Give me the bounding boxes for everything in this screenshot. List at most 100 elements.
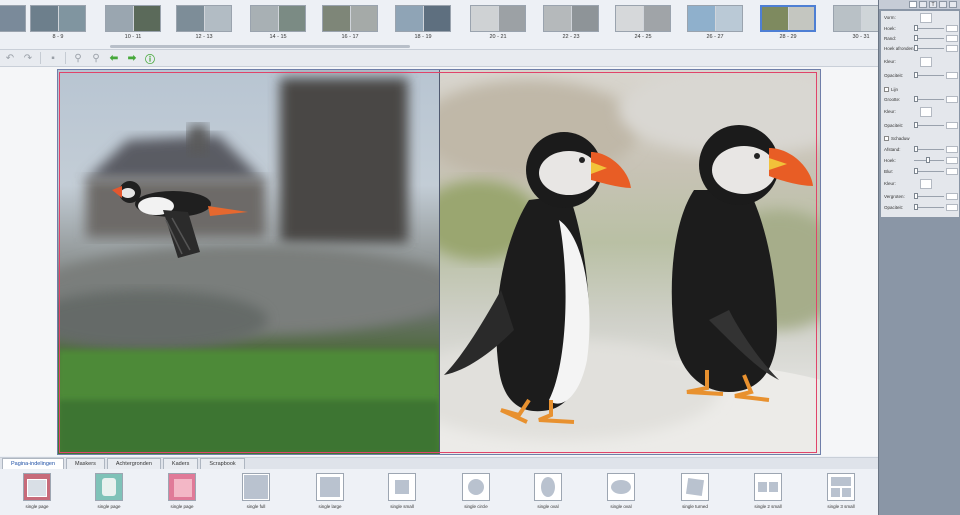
spread-thumbnail-image — [687, 5, 743, 32]
layout-template[interactable]: single small — [378, 473, 426, 509]
spread-thumbnail-image — [760, 5, 816, 32]
right-page-thumb — [570, 6, 598, 31]
tab-kaders[interactable]: Kaders — [162, 458, 199, 469]
effects-tab-icon[interactable] — [939, 1, 947, 8]
layout-template[interactable]: single circle — [452, 473, 500, 509]
shadow-section: Schaduw — [884, 136, 910, 141]
left-page-thumb — [106, 6, 133, 31]
right-page-thumb — [497, 6, 525, 31]
spread-thumbnail[interactable]: 26 - 27 — [687, 5, 743, 42]
spread-thumbnail[interactable]: 28 - 29 — [760, 5, 816, 42]
layout-template[interactable]: single full — [232, 473, 280, 509]
previous-page-icon[interactable]: ⬅ — [108, 52, 120, 64]
spread-thumbnail[interactable]: 24 - 25 — [615, 5, 671, 42]
spread-filmstrip[interactable]: 8 - 9 10 - 11 12 - 13 14 - 15 16 - 17 18 - 19… — [0, 0, 878, 50]
prop-row-angle: Hoek: — [884, 156, 958, 165]
zoom-out-icon[interactable]: ⚲ — [72, 52, 84, 64]
blur-slider[interactable] — [914, 168, 944, 174]
layout-template[interactable]: single oval — [597, 473, 645, 509]
next-page-icon[interactable]: ➡ — [126, 52, 138, 64]
border-slider[interactable] — [914, 35, 944, 41]
spread-thumbnail[interactable] — [0, 5, 26, 42]
template-shape — [395, 480, 409, 494]
distance-slider[interactable] — [914, 146, 944, 152]
layout-template[interactable]: single oval — [524, 473, 572, 509]
text-tab-icon[interactable]: T — [929, 1, 937, 8]
two-puffins-photo — [439, 70, 820, 454]
spread-thumbnail[interactable]: 20 - 21 — [470, 5, 526, 42]
spread-thumbnail-image — [176, 5, 232, 32]
spread-thumbnail[interactable]: 8 - 9 — [30, 5, 86, 42]
template-strip: single page single page single page single … — [0, 469, 878, 515]
zoom-in-icon[interactable]: ⚲ — [90, 52, 102, 64]
template-shape — [320, 477, 340, 497]
prop-row-distance: Afstand: — [884, 145, 958, 154]
left-page-photo[interactable] — [58, 70, 439, 454]
right-page-photo[interactable] — [439, 70, 820, 454]
layout-template-preview — [168, 473, 196, 501]
template-shape — [27, 479, 47, 497]
spread-label: 22 - 23 — [562, 34, 580, 40]
shadow-color-swatch[interactable] — [920, 178, 932, 189]
page-tab-icon[interactable] — [949, 1, 957, 8]
left-page-thumb — [31, 6, 58, 31]
spread-thumbnail[interactable]: 18 - 19 — [395, 5, 451, 42]
prop-row-shadow-opacity: Opaciteit: — [884, 203, 958, 212]
right-page-thumb — [132, 6, 160, 31]
shadow-checkbox[interactable] — [884, 136, 889, 141]
right-page-thumb — [422, 6, 450, 31]
template-shape — [611, 480, 631, 494]
spread-thumbnail[interactable]: 10 - 11 — [105, 5, 161, 42]
corner-slider[interactable] — [914, 25, 944, 31]
opacity-slider[interactable] — [914, 72, 944, 78]
layout-template[interactable]: single page — [85, 473, 133, 509]
layout-template[interactable]: single turned — [671, 473, 719, 509]
layout-template[interactable]: single large — [306, 473, 354, 509]
line-color-swatch[interactable] — [920, 106, 932, 117]
template-shape — [102, 478, 116, 496]
spread-thumbnail[interactable]: 16 - 17 — [322, 5, 378, 42]
album-spread[interactable] — [57, 69, 821, 455]
redo-icon[interactable]: ↷ — [22, 52, 34, 64]
image-tab-icon[interactable] — [919, 1, 927, 8]
layout-template[interactable]: single page — [13, 473, 61, 509]
save-icon[interactable]: ▪ — [47, 52, 59, 64]
enlarge-slider[interactable] — [914, 193, 944, 199]
info-icon[interactable]: ⓘ — [144, 52, 156, 66]
right-page-thumb — [787, 7, 814, 30]
spread-label: 18 - 19 — [414, 34, 432, 40]
prop-row-line-color: Kleur: — [884, 106, 958, 117]
layout-template-label: single turned — [682, 504, 708, 509]
layout-template-preview — [681, 473, 709, 501]
line-checkbox[interactable] — [884, 87, 889, 92]
spread-thumbnail[interactable]: 22 - 23 — [543, 5, 599, 42]
layout-template[interactable]: single 2 small — [744, 473, 792, 509]
undo-icon[interactable]: ↶ — [4, 52, 16, 64]
size-slider[interactable] — [914, 96, 944, 102]
round-corners-slider[interactable] — [914, 45, 944, 51]
spread-thumbnail-image — [543, 5, 599, 32]
filmstrip-scrollbar[interactable] — [110, 45, 410, 48]
line-opacity-slider[interactable] — [914, 122, 944, 128]
prop-row-size: Grootte: — [884, 95, 958, 104]
spread-thumbnail[interactable]: 30 - 31 — [833, 5, 878, 42]
layout-template[interactable]: single page — [158, 473, 206, 509]
layers-tab-icon[interactable] — [909, 1, 917, 8]
tab-maskers[interactable]: Maskers — [66, 458, 105, 469]
shape-color-swatch[interactable] — [920, 12, 932, 23]
spread-thumbnail[interactable]: 14 - 15 — [250, 5, 306, 42]
tab-pagina-indelingen[interactable]: Pagina-indelingen — [2, 458, 65, 469]
layout-template-label: single full — [246, 504, 266, 509]
left-page-thumb — [471, 6, 498, 31]
shadow-opacity-slider[interactable] — [914, 204, 944, 210]
layout-template[interactable]: single 3 small — [817, 473, 865, 509]
layout-template-label: single small — [390, 504, 414, 509]
layout-template-label: single circle — [464, 504, 488, 509]
angle-dial[interactable] — [914, 157, 944, 163]
color-swatch[interactable] — [920, 56, 932, 67]
layout-template-preview — [754, 473, 782, 501]
tab-scrapbook[interactable]: Scrapbook — [200, 458, 245, 469]
spread-thumbnail[interactable]: 12 - 13 — [176, 5, 232, 42]
prop-row-color: Kleur: — [884, 56, 958, 67]
tab-achtergronden[interactable]: Achtergronden — [106, 458, 161, 469]
